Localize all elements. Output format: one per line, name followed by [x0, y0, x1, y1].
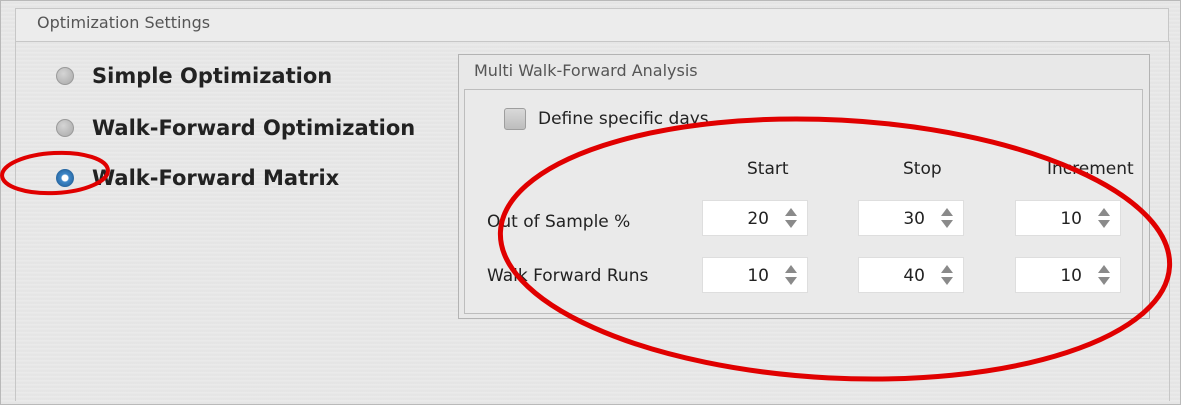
row-label-walk-forward-runs: Walk Forward Runs [487, 266, 649, 286]
radio-walk-forward-matrix[interactable]: Walk-Forward Matrix [56, 161, 339, 195]
row-label-out-of-sample: Out of Sample % [487, 212, 631, 232]
spinner-value: 40 [903, 266, 925, 286]
define-specific-days-label: Define specific days [538, 109, 709, 129]
up-down-arrows-icon[interactable] [785, 264, 797, 288]
radio-button[interactable] [56, 67, 74, 85]
radio-walk-forward-optimization[interactable]: Walk-Forward Optimization [56, 111, 415, 145]
header-divider [15, 41, 1169, 42]
define-specific-days-row[interactable]: Define specific days [504, 108, 709, 130]
spinner-value: 10 [1060, 266, 1082, 286]
define-specific-days-checkbox[interactable] [504, 108, 526, 130]
up-down-arrows-icon[interactable] [1098, 207, 1110, 231]
up-down-arrows-icon[interactable] [941, 207, 953, 231]
walk-forward-runs-increment-spinner[interactable]: 10 [1015, 257, 1121, 293]
up-down-arrows-icon[interactable] [1098, 264, 1110, 288]
radio-button[interactable] [56, 119, 74, 137]
walk-forward-runs-start-spinner[interactable]: 10 [702, 257, 808, 293]
spinner-value: 30 [903, 209, 925, 229]
column-header-start: Start [747, 159, 789, 179]
spinner-value: 10 [747, 266, 769, 286]
frame-right [1169, 41, 1170, 401]
radio-simple-optimization[interactable]: Simple Optimization [56, 59, 332, 93]
radio-label: Walk-Forward Optimization [92, 116, 416, 140]
up-down-arrows-icon[interactable] [941, 264, 953, 288]
radio-label: Simple Optimization [92, 64, 333, 88]
spinner-value: 10 [1060, 209, 1082, 229]
radio-label: Walk-Forward Matrix [92, 166, 340, 190]
radio-button-selected[interactable] [56, 169, 74, 187]
out-of-sample-stop-spinner[interactable]: 30 [858, 200, 964, 236]
spinner-value: 20 [747, 209, 769, 229]
out-of-sample-start-spinner[interactable]: 20 [702, 200, 808, 236]
settings-title: Optimization Settings [37, 13, 211, 32]
optimization-settings-panel: Optimization Settings Simple Optimizatio… [0, 0, 1181, 405]
column-header-stop: Stop [903, 159, 942, 179]
walk-forward-runs-stop-spinner[interactable]: 40 [858, 257, 964, 293]
frame-left [15, 41, 16, 401]
up-down-arrows-icon[interactable] [785, 207, 797, 231]
column-header-increment: Increment [1047, 159, 1134, 179]
group-title: Multi Walk-Forward Analysis [474, 61, 698, 80]
out-of-sample-increment-spinner[interactable]: 10 [1015, 200, 1121, 236]
